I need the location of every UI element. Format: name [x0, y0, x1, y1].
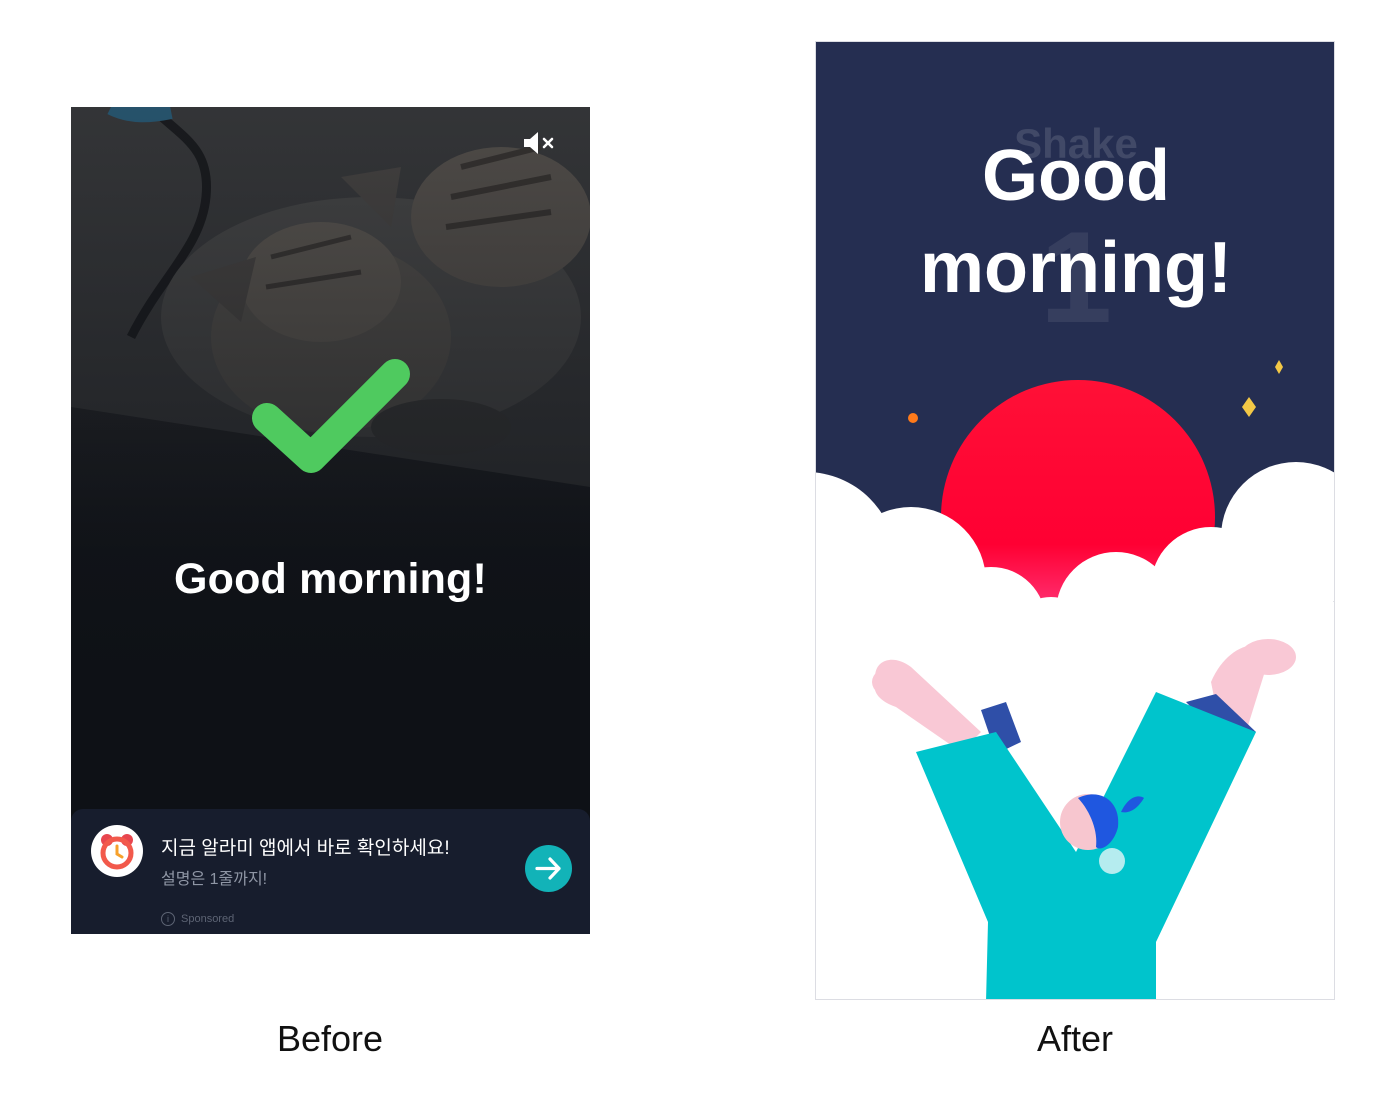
- before-greeting-text: Good morning!: [173, 555, 488, 603]
- arrow-right-icon: [535, 857, 561, 880]
- caption-after: After: [1036, 1018, 1114, 1059]
- before-screen: Good morning! 지금 알라미 앱에서 바로 확인하세요! 설명은 1…: [71, 107, 590, 934]
- volume-mute-icon[interactable]: [522, 129, 556, 157]
- info-icon: i: [161, 912, 175, 926]
- after-greeting-text: Good morning!: [816, 130, 1334, 314]
- ad-subtitle: 설명은 1줄까지!: [161, 871, 268, 888]
- sponsored-ad-banner[interactable]: 지금 알라미 앱에서 바로 확인하세요! 설명은 1줄까지! i Sponsor…: [71, 809, 590, 934]
- alarmy-alarm-clock-logo: [91, 825, 143, 877]
- checkmark-icon: [252, 359, 410, 473]
- caption-before: Before: [276, 1018, 384, 1059]
- after-screen: Shake 1 Good morning!: [815, 41, 1335, 1000]
- arrow-right-button[interactable]: [525, 845, 572, 892]
- greeting-line-2: morning!: [920, 228, 1232, 308]
- sponsored-row: i Sponsored: [161, 912, 234, 926]
- greeting-line-1: Good: [982, 136, 1170, 216]
- ad-title: 지금 알라미 앱에서 바로 확인하세요!: [161, 838, 450, 859]
- sponsored-label: Sponsored: [181, 913, 235, 925]
